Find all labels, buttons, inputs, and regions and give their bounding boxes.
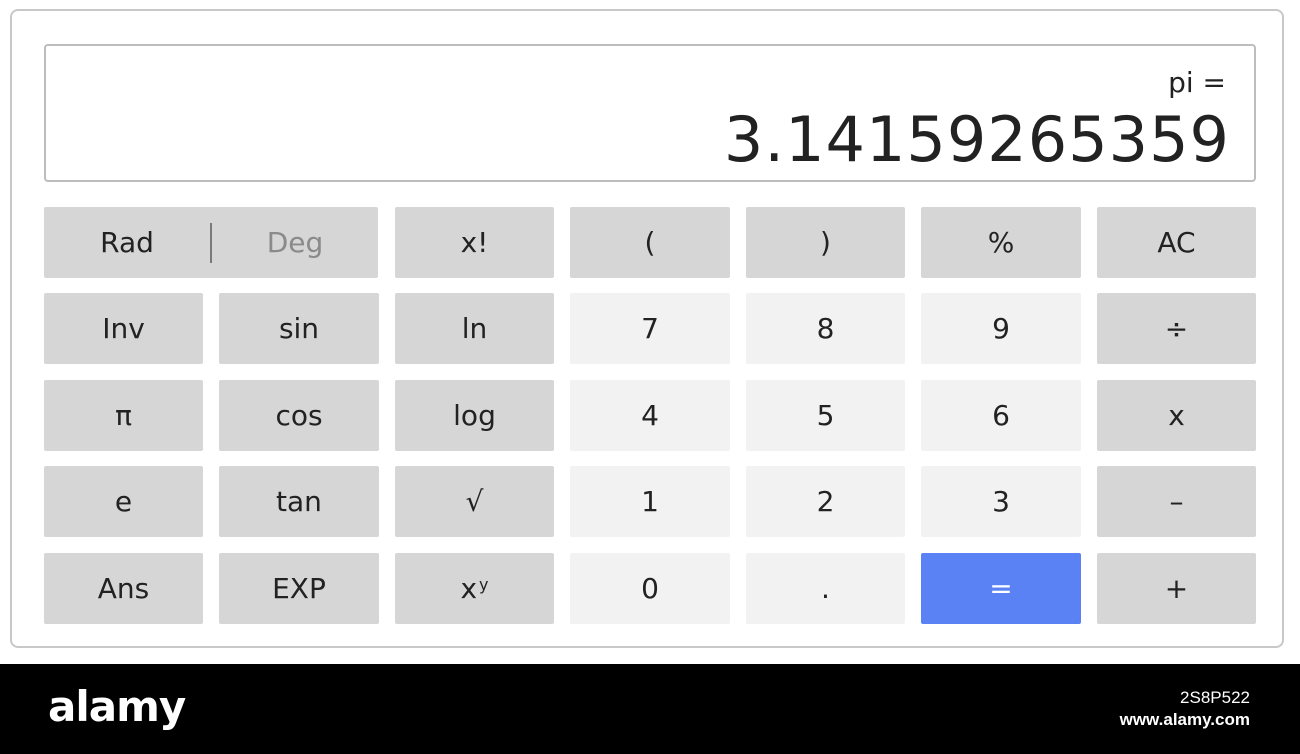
power-exponent-label: y [479,575,489,594]
calculator-display: pi = 3.14159265359 [44,44,1256,182]
expression-text: pi = [1168,66,1226,99]
deg-button[interactable]: Deg [212,207,378,278]
multiply-button[interactable]: x [1097,380,1256,451]
sin-button[interactable]: sin [219,293,379,364]
plus-button[interactable]: + [1097,553,1256,624]
cos-button[interactable]: cos [219,380,379,451]
digit-0-button[interactable]: 0 [570,553,730,624]
open-paren-button[interactable]: ( [570,207,730,278]
watermark-url: www.alamy.com [1119,710,1250,729]
watermark-banner: alamy 2S8P522 www.alamy.com [0,664,1300,754]
all-clear-button[interactable]: AC [1097,207,1256,278]
digit-1-button[interactable]: 1 [570,466,730,537]
inv-button[interactable]: Inv [44,293,203,364]
decimal-button[interactable]: . [746,553,905,624]
sqrt-button[interactable]: √ [395,466,554,537]
image-code: 2S8P522 [1180,688,1250,707]
power-button[interactable]: xy [395,553,554,624]
ln-button[interactable]: ln [395,293,554,364]
digit-6-button[interactable]: 6 [921,380,1081,451]
percent-button[interactable]: % [921,207,1081,278]
digit-3-button[interactable]: 3 [921,466,1081,537]
digit-8-button[interactable]: 8 [746,293,905,364]
exp-button[interactable]: EXP [219,553,379,624]
digit-9-button[interactable]: 9 [921,293,1081,364]
digit-7-button[interactable]: 7 [570,293,730,364]
e-button[interactable]: e [44,466,203,537]
rad-button[interactable]: Rad [44,207,210,278]
tan-button[interactable]: tan [219,466,379,537]
digit-2-button[interactable]: 2 [746,466,905,537]
divide-button[interactable]: ÷ [1097,293,1256,364]
ans-button[interactable]: Ans [44,553,203,624]
log-button[interactable]: log [395,380,554,451]
equals-button[interactable]: = [921,553,1081,624]
digit-4-button[interactable]: 4 [570,380,730,451]
angle-mode-toggle: Rad Deg [44,207,378,278]
minus-button[interactable]: – [1097,466,1256,537]
power-base-label: x [460,572,478,605]
factorial-button[interactable]: x! [395,207,554,278]
result-text: 3.14159265359 [723,103,1230,176]
close-paren-button[interactable]: ) [746,207,905,278]
digit-5-button[interactable]: 5 [746,380,905,451]
pi-button[interactable]: π [44,380,203,451]
alamy-logo: alamy [48,682,186,731]
